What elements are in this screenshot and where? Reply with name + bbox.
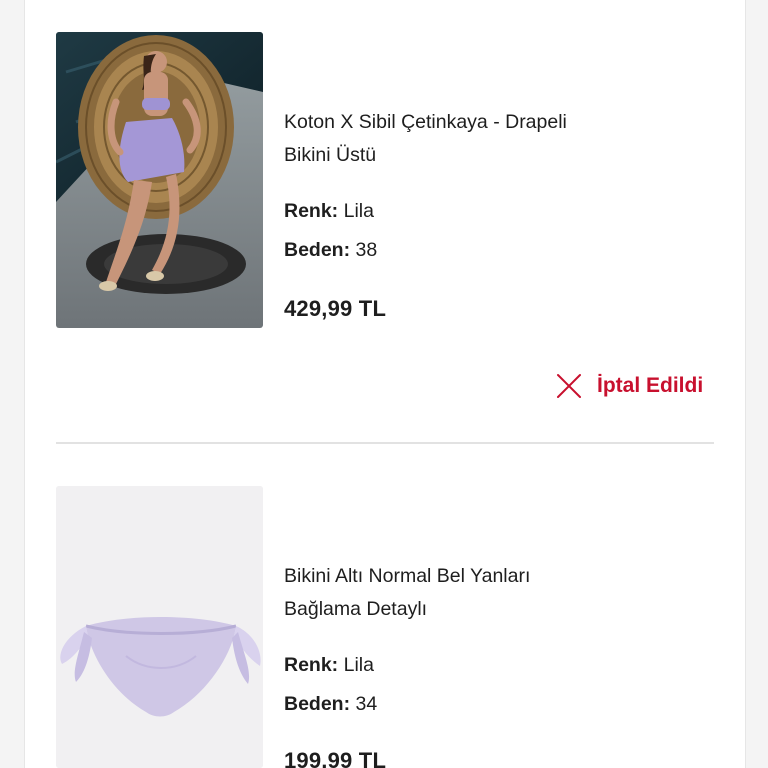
close-icon (557, 374, 581, 398)
product-title-line: Koton X Sibil Çetinkaya - Drapeli (284, 111, 567, 133)
size-label: Beden: (284, 239, 351, 261)
product-price: 199,99 TL (284, 748, 387, 768)
product-title-line: Bikini Altı Normal Bel Yanları (284, 565, 531, 587)
product-image[interactable] (56, 486, 263, 768)
product-price: 429,99 TL (284, 296, 387, 321)
color-value: Lila (343, 654, 374, 676)
color-value: Lila (343, 200, 374, 222)
lilac-bikini-bottom-photo (56, 486, 263, 768)
size-value: 38 (355, 239, 378, 261)
status-label: İptal Edildi (597, 374, 704, 397)
product-size: Beden: 38 (284, 237, 377, 263)
product-image[interactable] (56, 32, 263, 328)
product-title-line: Bikini Üstü (284, 144, 377, 166)
product-size: Beden: 34 (284, 691, 377, 717)
size-value: 34 (355, 693, 378, 715)
item-divider (56, 442, 714, 444)
product-color: Renk: Lila (284, 652, 374, 678)
product-title-line: Bağlama Detaylı (284, 598, 428, 620)
cancelled-status: İptal Edildi (555, 368, 703, 404)
color-label: Renk: (284, 654, 339, 676)
order-items-card: Koton X Sibil Çetinkaya - Drapeli Bikini… (24, 0, 746, 768)
woman-in-bikini-on-wicker-chair-photo (56, 32, 263, 328)
size-label: Beden: (284, 693, 351, 715)
color-label: Renk: (284, 200, 339, 222)
product-color: Renk: Lila (284, 198, 374, 224)
product-title[interactable]: Bikini Altı Normal Bel Yanları Bağlama D… (284, 560, 644, 626)
product-title[interactable]: Koton X Sibil Çetinkaya - Drapeli Bikini… (284, 106, 644, 172)
